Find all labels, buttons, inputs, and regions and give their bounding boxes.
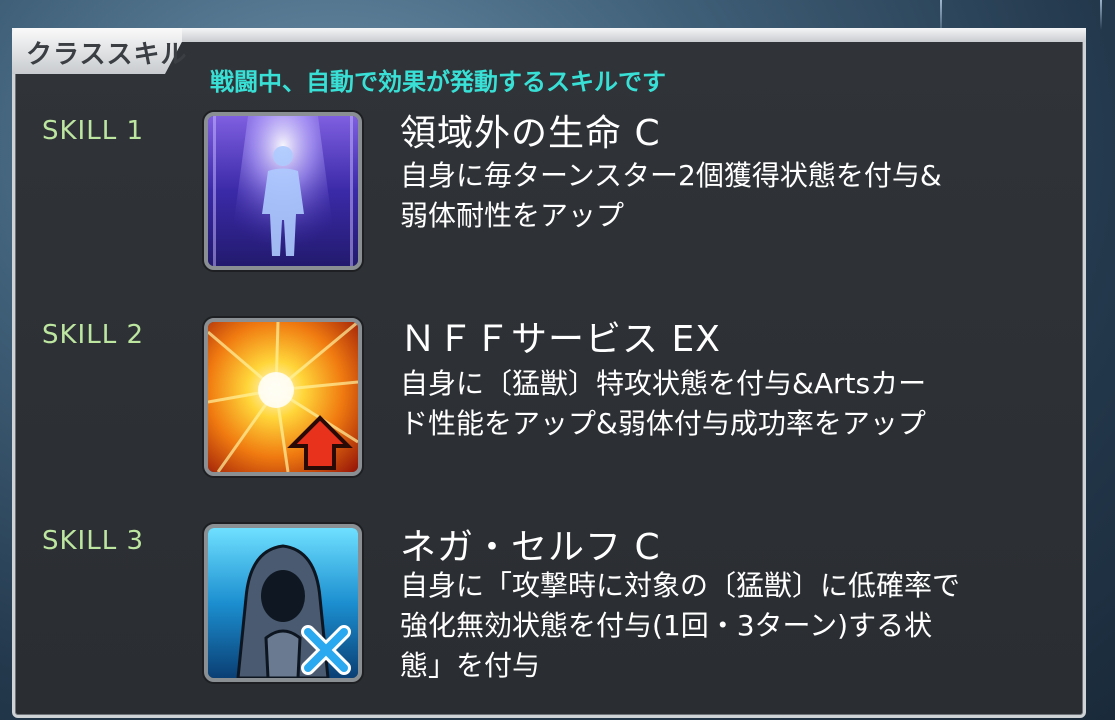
skill-1-description: 自身に毎ターンスター2個獲得状態を付与& 弱体耐性をアップ [400, 156, 1070, 236]
skill-2-description: 自身に〔猛獣〕特攻状態を付与&Artsカー ド性能をアップ&弱体付与成功率をアッ… [400, 364, 1070, 444]
skill-1-desc-line-1: 自身に毎ターンスター2個獲得状態を付与& [400, 159, 942, 192]
skill-1-desc-line-2: 弱体耐性をアップ [400, 199, 625, 232]
skill-3-description: 自身に「攻撃時に対象の〔猛獣〕に低確率で 強化無効状態を付与(1回・3ターン)す… [400, 566, 1070, 686]
hooded-figure-cross-icon[interactable] [204, 524, 362, 682]
skill-3-desc-line-2: 強化無効状態を付与(1回・3ターン)する状 [400, 609, 933, 642]
panel-subtitle: 戦闘中、自動で効果が発動するスキルです [210, 68, 666, 96]
explosion-up-arrow-icon[interactable] [204, 318, 362, 476]
skill-3-desc-line-1: 自身に「攻撃時に対象の〔猛獣〕に低確率で [400, 569, 961, 602]
ascending-figure-icon[interactable] [204, 112, 362, 270]
skill-2-label: SKILL 2 [42, 320, 144, 350]
skill-2-desc-line-1: 自身に〔猛獣〕特攻状態を付与&Artsカー [400, 367, 927, 400]
skill-1-label: SKILL 1 [42, 116, 144, 146]
skill-3-name: ネガ・セルフ C [400, 527, 661, 568]
skill-1-name: 領域外の生命 C [400, 113, 661, 154]
skill-3-desc-line-3: 態」を付与 [400, 649, 541, 682]
panel-title: クラススキル [26, 40, 188, 70]
background-glint [1100, 0, 1102, 30]
skill-2-desc-line-2: ド性能をアップ&弱体付与成功率をアップ [400, 407, 926, 440]
skill-3-label: SKILL 3 [42, 526, 144, 556]
skill-2-name: ＮＦＦサービス EX [400, 319, 721, 360]
